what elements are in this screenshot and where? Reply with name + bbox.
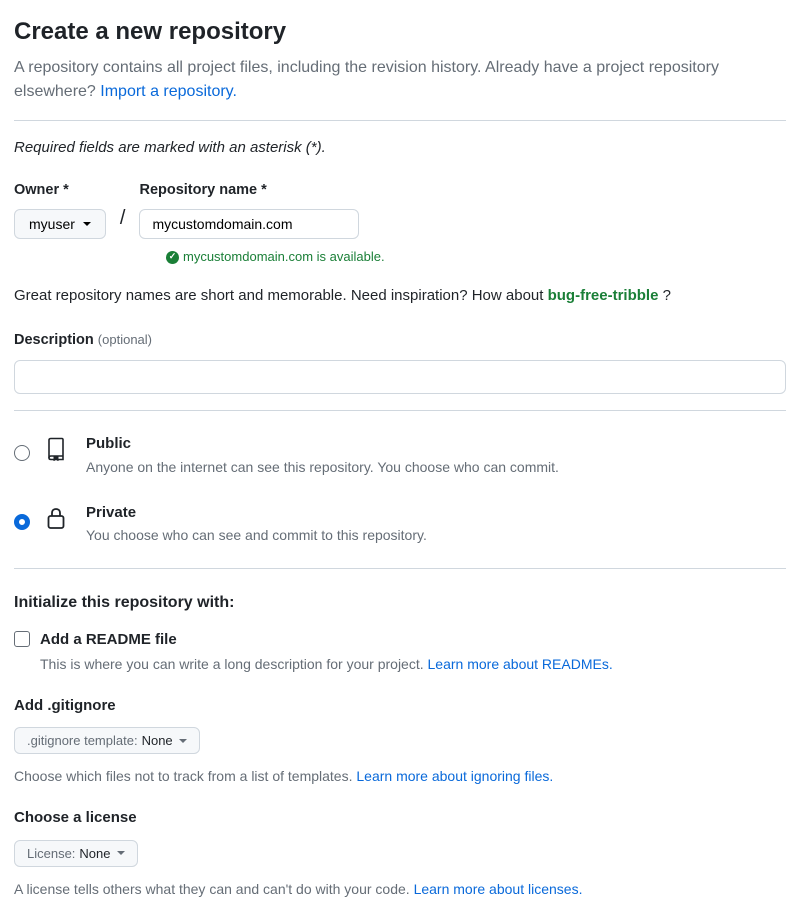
readme-title: Add a README file — [40, 629, 613, 652]
description-label: Description (optional) — [14, 332, 152, 348]
divider — [14, 568, 786, 569]
owner-repo-separator: / — [120, 203, 126, 233]
caret-down-icon — [83, 222, 91, 226]
initialize-heading: Initialize this repository with: — [14, 591, 786, 615]
import-repository-link[interactable]: Import a repository. — [100, 83, 237, 100]
check-circle-icon: ✓ — [166, 251, 179, 264]
caret-down-icon — [117, 851, 125, 855]
readme-learn-link[interactable]: Learn more about READMEs. — [428, 656, 613, 672]
private-title: Private — [86, 502, 427, 525]
repo-icon — [44, 437, 72, 467]
public-desc: Anyone on the internet can see this repo… — [86, 457, 559, 478]
gitignore-helper: Choose which files not to track from a l… — [14, 766, 786, 787]
inspiration-text: Great repository names are short and mem… — [14, 285, 786, 308]
license-select[interactable]: License: None — [14, 840, 138, 867]
caret-down-icon — [179, 739, 187, 743]
readme-checkbox[interactable] — [14, 631, 30, 647]
readme-option[interactable]: Add a README file This is where you can … — [14, 629, 786, 675]
owner-label: Owner * — [14, 180, 106, 202]
repo-name-input[interactable] — [139, 209, 359, 239]
visibility-public-option[interactable]: Public Anyone on the internet can see th… — [14, 427, 786, 496]
gitignore-select[interactable]: .gitignore template: None — [14, 727, 200, 754]
license-label: Choose a license — [14, 807, 786, 830]
gitignore-learn-link[interactable]: Learn more about ignoring files. — [356, 768, 553, 784]
divider — [14, 120, 786, 121]
radio-private[interactable] — [14, 514, 30, 530]
public-title: Public — [86, 433, 559, 456]
visibility-private-option[interactable]: Private You choose who can see and commi… — [14, 496, 786, 565]
owner-select[interactable]: myuser — [14, 209, 106, 239]
page-subtitle: A repository contains all project files,… — [14, 56, 786, 104]
suggested-name[interactable]: bug-free-tribble — [548, 287, 659, 304]
gitignore-label: Add .gitignore — [14, 695, 786, 718]
readme-desc: This is where you can write a long descr… — [40, 654, 613, 675]
availability-status: ✓ mycustomdomain.com is available. — [166, 247, 786, 267]
repo-name-label: Repository name * — [139, 180, 359, 202]
required-fields-note: Required fields are marked with an aster… — [14, 137, 786, 160]
radio-public[interactable] — [14, 445, 30, 461]
private-desc: You choose who can see and commit to thi… — [86, 525, 427, 546]
license-helper: A license tells others what they can and… — [14, 879, 786, 900]
description-input[interactable] — [14, 360, 786, 394]
license-learn-link[interactable]: Learn more about licenses. — [414, 881, 583, 897]
divider — [14, 410, 786, 411]
lock-icon — [44, 506, 72, 536]
page-title: Create a new repository — [14, 14, 786, 50]
